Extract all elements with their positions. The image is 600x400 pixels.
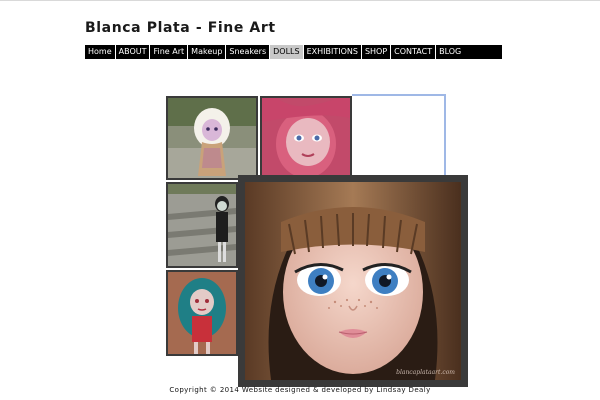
- gallery-empty-slot[interactable]: [352, 94, 446, 178]
- image-watermark: blancaplataart.com: [396, 369, 455, 376]
- nav-item-dolls[interactable]: DOLLS: [270, 45, 303, 59]
- nav-item-exhibitions[interactable]: EXHIBITIONS: [304, 45, 361, 59]
- doll-photo-pink-hair: [262, 98, 350, 178]
- page: Blanca Plata - Fine Art Home ABOUT Fine …: [0, 0, 600, 400]
- doll-photo-teal-hair: [168, 272, 236, 354]
- nav-item-sneakers[interactable]: Sneakers: [226, 45, 269, 59]
- nav-item-home[interactable]: Home: [85, 45, 115, 59]
- nav-item-fine-art[interactable]: Fine Art: [150, 45, 187, 59]
- gallery-thumbnail-1[interactable]: [166, 96, 258, 180]
- gallery-thumbnail-2[interactable]: [260, 96, 352, 180]
- site-title[interactable]: Blanca Plata - Fine Art: [85, 20, 276, 36]
- doll-photo-freckles: [245, 182, 461, 380]
- gallery-thumbnail-4[interactable]: [166, 270, 238, 356]
- doll-photo-white-hair: [168, 98, 256, 178]
- main-nav: Home ABOUT Fine Art Makeup Sneakers DOLL…: [85, 45, 502, 59]
- featured-image[interactable]: blancaplataart.com: [238, 175, 468, 387]
- nav-item-makeup[interactable]: Makeup: [188, 45, 225, 59]
- footer-copyright: Copyright © 2014 Website designed & deve…: [169, 386, 431, 394]
- nav-item-contact[interactable]: CONTACT: [391, 45, 435, 59]
- nav-item-about[interactable]: ABOUT: [116, 45, 150, 59]
- nav-item-shop[interactable]: SHOP: [362, 45, 390, 59]
- gallery-thumbnail-3[interactable]: [166, 182, 238, 268]
- doll-photo-stone-steps: [168, 184, 236, 266]
- nav-item-blog[interactable]: BLOG: [436, 45, 464, 59]
- top-divider: [0, 0, 600, 1]
